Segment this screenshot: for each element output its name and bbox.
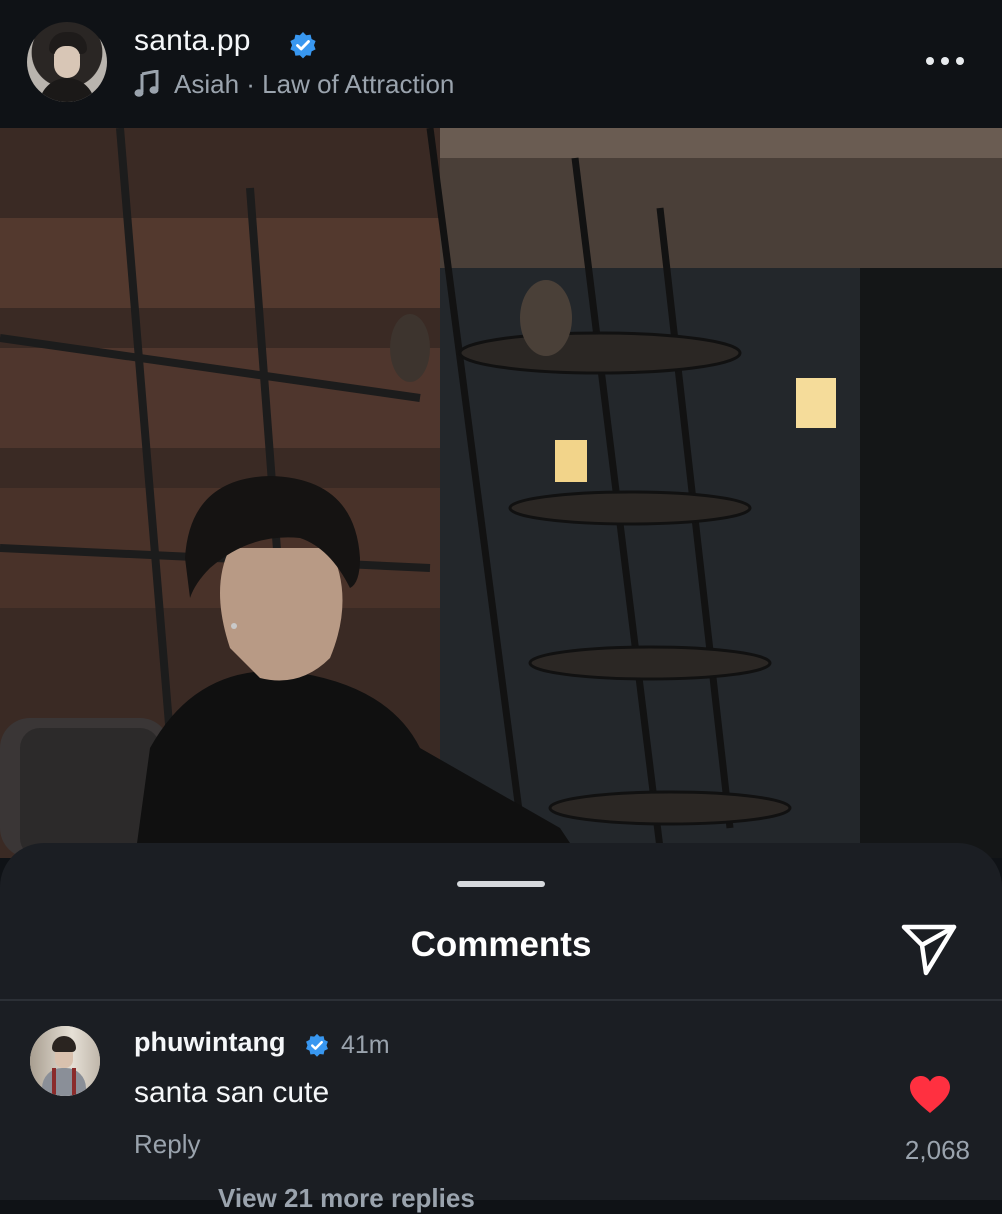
avatar-shirt	[42, 1068, 86, 1096]
more-dot	[941, 57, 949, 65]
avatar-body	[39, 78, 95, 102]
more-dot	[926, 57, 934, 65]
post-photo[interactable]	[0, 128, 1002, 858]
audio-track-label: Asiah · Law of Attraction	[174, 68, 455, 99]
author-username[interactable]: santa.pp	[134, 24, 251, 58]
avatar-strap	[52, 1068, 56, 1096]
more-dot	[956, 57, 964, 65]
author-avatar[interactable]	[27, 22, 107, 102]
sheet-title: Comments	[410, 925, 592, 964]
post-photo-scene	[0, 128, 1002, 858]
post-header: santa.pp Asiah · Law of Attraction	[0, 0, 1002, 128]
commenter-avatar[interactable]	[30, 1026, 100, 1096]
avatar-face	[54, 46, 80, 78]
send-icon[interactable]	[896, 915, 962, 981]
like-count: 2,068	[904, 1135, 970, 1165]
verified-badge-icon	[306, 1033, 328, 1057]
sheet-drag-handle[interactable]	[457, 881, 545, 887]
sheet-divider	[0, 999, 1002, 1001]
comment-text: santa san cute	[134, 1076, 330, 1109]
music-note-icon	[134, 70, 159, 97]
heart-filled-icon[interactable]	[908, 1075, 952, 1115]
more-options-button[interactable]	[920, 46, 970, 76]
comment-timestamp: 41m	[341, 1031, 390, 1059]
comments-sheet: Comments phuwintang 41m santa san cute R…	[0, 843, 1002, 1213]
reply-button[interactable]: Reply	[134, 1129, 200, 1160]
avatar-strap	[72, 1068, 76, 1096]
audio-track-link[interactable]: Asiah · Law of Attraction	[134, 68, 454, 100]
view-more-replies-link[interactable]: View 21 more replies	[218, 1183, 475, 1214]
verified-badge-icon	[290, 32, 316, 59]
commenter-username[interactable]: phuwintang	[134, 1027, 285, 1058]
